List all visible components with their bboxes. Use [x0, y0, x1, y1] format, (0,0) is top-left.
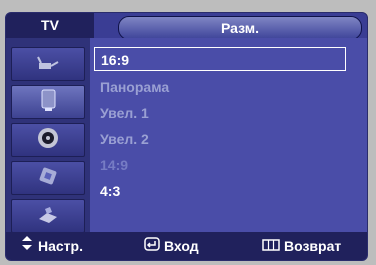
- sidebar-item-sound[interactable]: [11, 123, 85, 157]
- setup-icon: [35, 201, 61, 232]
- size-options-panel: 16:9 Панорама Увел. 1 Увел. 2 14:9 4:3: [90, 38, 367, 232]
- enter-label: Вход: [164, 238, 199, 254]
- footer-move[interactable]: Настр.: [20, 232, 83, 260]
- size-menu-title: Разм.: [118, 16, 362, 40]
- footer-bar: Настр. Вход Возврат: [6, 232, 367, 260]
- picture-icon: [35, 87, 61, 118]
- sidebar-item-input[interactable]: [11, 47, 85, 81]
- return-label: Возврат: [284, 238, 342, 254]
- option-zoom-2[interactable]: Увел. 2: [94, 127, 149, 151]
- option-14-9: 14:9: [100, 157, 129, 173]
- option-panorama[interactable]: Панорама: [94, 75, 169, 99]
- up-down-arrows-icon: [20, 232, 34, 260]
- sidebar-item-setup[interactable]: [11, 199, 85, 233]
- option-16-9[interactable]: 16:9: [94, 47, 346, 71]
- sidebar-item-picture[interactable]: [11, 85, 85, 119]
- osd-window: TV Разм. 16:9 Панорама Увел. 1 Увел. 2 1…: [5, 12, 368, 261]
- sidebar: [6, 38, 90, 233]
- enter-icon: [144, 232, 160, 260]
- sidebar-item-channel[interactable]: [11, 161, 85, 195]
- move-label: Настр.: [38, 238, 83, 254]
- option-zoom-1[interactable]: Увел. 1: [94, 101, 149, 125]
- channel-icon: [35, 163, 61, 194]
- menu-grid-icon: [262, 232, 280, 260]
- footer-return[interactable]: Возврат: [262, 232, 341, 260]
- sound-icon: [35, 125, 61, 156]
- option-4-3[interactable]: 4:3: [94, 179, 120, 203]
- tv-label: TV: [6, 13, 94, 38]
- antenna-icon: [35, 49, 61, 80]
- footer-enter[interactable]: Вход: [144, 232, 199, 260]
